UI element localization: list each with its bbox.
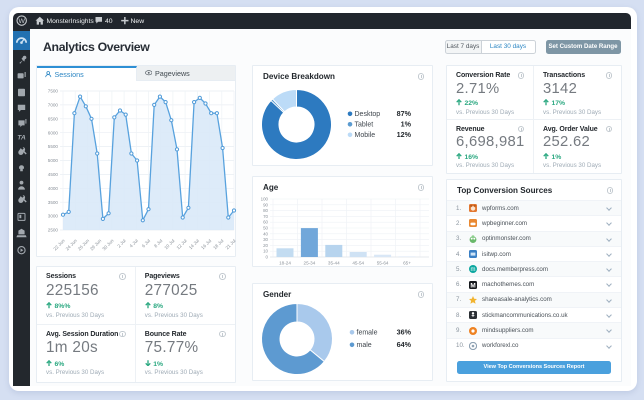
svg-text:0: 0 [266,255,269,260]
svg-text:male: male [357,342,372,349]
svg-text:18 Jul: 18 Jul [212,238,224,250]
svg-text:60: 60 [263,220,268,225]
svg-text:30: 30 [263,237,268,242]
svg-text:50: 50 [263,226,268,231]
svg-text:TA: TA [17,134,26,141]
svg-text:10 Jul: 10 Jul [163,238,175,250]
svg-text:4500: 4500 [48,172,59,177]
svg-text:45-54: 45-54 [352,261,364,266]
svg-text:M: M [470,282,475,289]
svg-text:Mobile: Mobile [355,132,376,139]
svg-text:4 Jul: 4 Jul [129,238,139,248]
svg-text:24 Jun: 24 Jun [65,238,79,252]
svg-text:12%: 12% [397,130,412,139]
svg-text:7000: 7000 [48,103,59,108]
svg-text:Tablet: Tablet [355,122,374,129]
svg-text:100: 100 [261,197,269,202]
svg-text:m: m [471,268,476,274]
svg-text:6 Jul: 6 Jul [141,238,151,248]
svg-text:55-64: 55-64 [377,261,389,266]
svg-text:25-34: 25-34 [304,261,316,266]
svg-text:10: 10 [263,249,268,254]
svg-text:8 Jul: 8 Jul [153,238,163,248]
svg-text:29 Jun: 29 Jun [89,238,103,252]
svg-text:30 Jun: 30 Jun [101,238,115,252]
svg-text:female: female [357,330,378,337]
svg-text:40: 40 [105,18,113,25]
svg-text:5000: 5000 [48,158,59,163]
svg-text:6000: 6000 [48,130,59,135]
svg-text:90: 90 [263,202,268,207]
svg-text:12 Jul: 12 Jul [176,238,188,250]
svg-text:16 Jul: 16 Jul [200,238,212,250]
svg-text:35-44: 35-44 [328,261,340,266]
svg-text:18-24: 18-24 [279,261,291,266]
svg-text:20: 20 [263,243,268,248]
svg-text:1%: 1% [401,120,412,129]
svg-text:Desktop: Desktop [355,111,381,118]
svg-text:3500: 3500 [48,200,59,205]
svg-text:New: New [131,18,145,25]
svg-text:5500: 5500 [48,144,59,149]
svg-text:4000: 4000 [48,186,59,191]
svg-text:26 Jun: 26 Jun [77,238,91,252]
svg-text:87%: 87% [397,109,412,118]
svg-text:6500: 6500 [48,116,59,121]
svg-text:70: 70 [263,214,268,219]
svg-text:22 Jun: 22 Jun [52,238,66,252]
svg-text:W: W [18,18,25,25]
svg-text:2500: 2500 [48,228,59,233]
svg-text:64%: 64% [397,340,412,349]
svg-text:2 Jul: 2 Jul [116,238,126,248]
svg-text:36%: 36% [397,328,412,337]
svg-text:14 Jul: 14 Jul [188,238,200,250]
svg-text:3000: 3000 [48,214,59,219]
svg-text:MonsterInsights: MonsterInsights [47,18,95,25]
svg-text:40: 40 [263,231,268,236]
svg-text:7500: 7500 [48,89,59,94]
svg-text:21 Jul: 21 Jul [224,238,236,250]
svg-text:65+: 65+ [403,261,411,266]
svg-text:80: 80 [263,208,268,213]
